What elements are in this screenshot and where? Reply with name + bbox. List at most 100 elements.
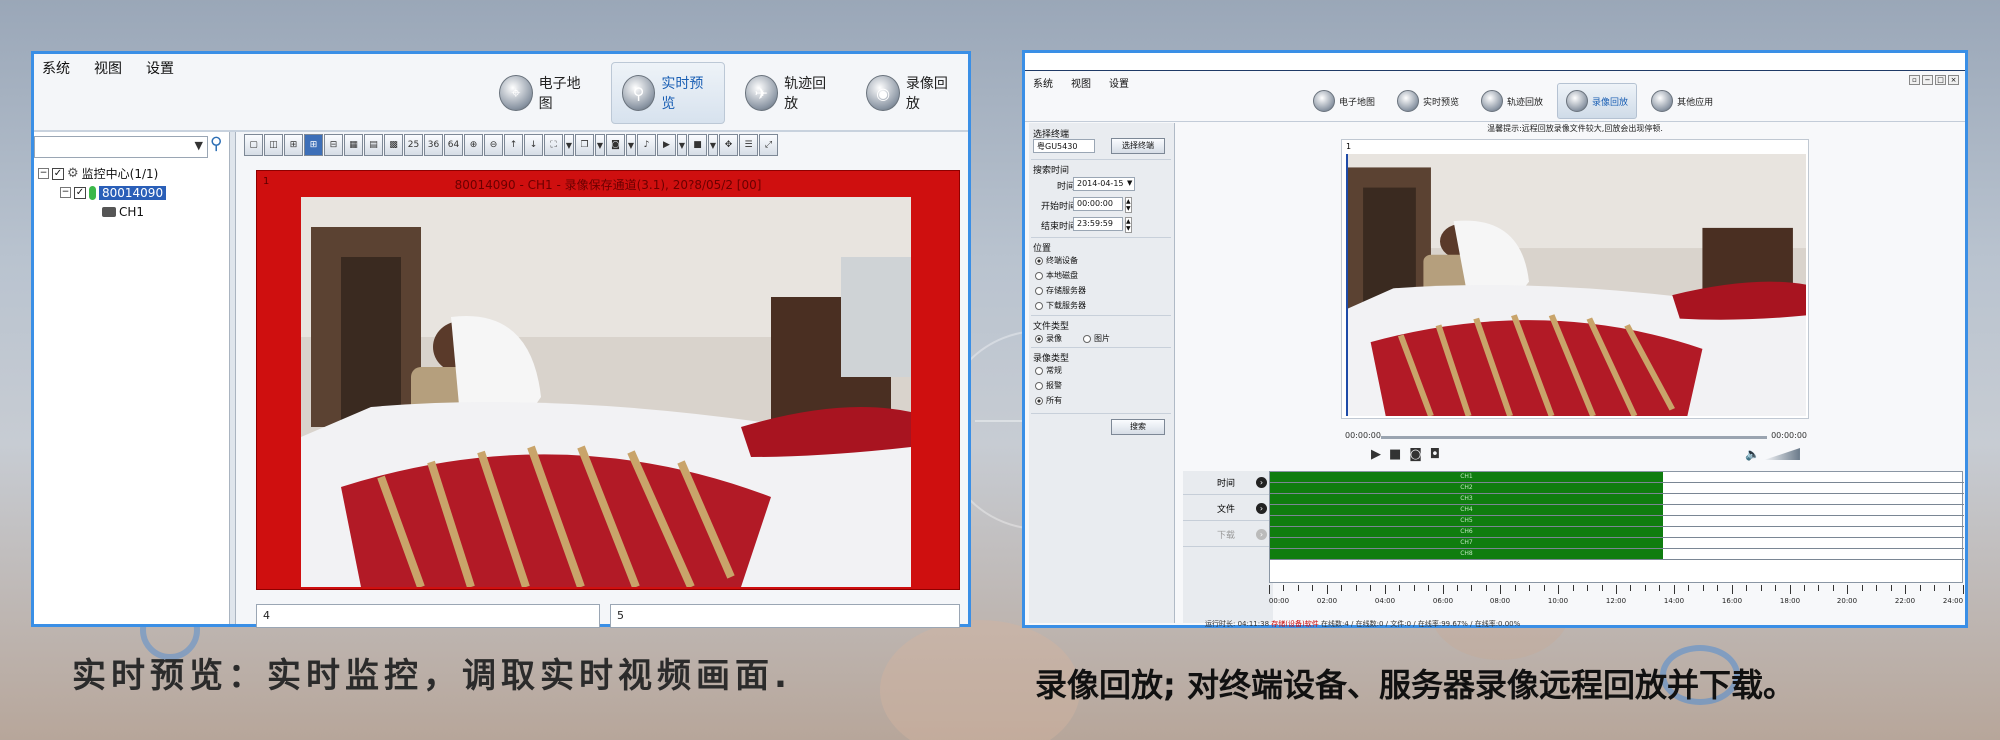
video-cell-5[interactable]: 5 (610, 604, 960, 628)
tab-track-playback[interactable]: ✈ 轨迹回放 (735, 62, 847, 124)
timeline-channel-row[interactable]: CH2 (1270, 483, 1964, 494)
timeline-row-file[interactable]: 文件 › (1183, 497, 1273, 521)
snapshot-icon[interactable]: ◘ (1430, 447, 1440, 462)
menu-view[interactable]: 视图 (94, 58, 122, 77)
collapse-icon[interactable]: − (38, 168, 49, 179)
device-search-input[interactable]: ▼ (34, 136, 208, 158)
location-download-radio[interactable]: 下载服务器 (1035, 300, 1086, 311)
location-terminal-radio[interactable]: 终端设备 (1035, 255, 1078, 266)
tree-device[interactable]: − ✓ 80014090 (38, 183, 167, 202)
chevron-down-icon[interactable]: ▼ (564, 134, 574, 156)
layout-10-icon[interactable]: ▤ (364, 134, 383, 156)
tab-record-playback[interactable]: ◉ 录像回放 (856, 62, 968, 124)
select-terminal-button[interactable]: 选择终端 (1111, 138, 1165, 154)
timeline-channel-row[interactable]: CH4 (1270, 505, 1964, 516)
layout-9-icon[interactable]: ▦ (344, 134, 363, 156)
timeline-channel-row[interactable]: CH6 (1270, 527, 1964, 538)
timeline-channel-row[interactable]: CH7 (1270, 538, 1964, 549)
zoom-out-icon[interactable]: ⊖ (484, 134, 503, 156)
menu-settings[interactable]: 设置 (146, 58, 174, 77)
timeline-row-download[interactable]: 下载 › (1183, 523, 1273, 547)
chevron-down-icon[interactable]: ▼ (677, 134, 687, 156)
settings-icon[interactable]: ☰ (739, 134, 758, 156)
menu-system[interactable]: 系统 (1033, 75, 1053, 90)
play-icon[interactable]: ▶ (1371, 447, 1381, 462)
search-button[interactable]: 搜索 (1111, 419, 1165, 435)
start-time-field[interactable]: 00:00:00 (1073, 197, 1123, 211)
volume-icon[interactable]: 🔈 (1745, 447, 1760, 461)
record-type-normal-radio[interactable]: 常规 (1035, 365, 1062, 376)
tree-root[interactable]: − ✓ ⚙ 监控中心(1/1) (38, 164, 166, 183)
layout-64-icon[interactable]: 64 (444, 134, 463, 156)
stop-icon[interactable]: ■ (688, 134, 707, 156)
playback-video-cell[interactable]: 1 (1341, 139, 1809, 419)
checkbox[interactable]: ✓ (74, 186, 86, 199)
tab-track-playback[interactable]: 轨迹回放 (1473, 83, 1551, 119)
tab-e-map[interactable]: 电子地图 (1305, 83, 1383, 119)
tab-other-apps[interactable]: 其他应用 (1643, 83, 1721, 119)
chevron-down-icon[interactable]: ▼ (626, 134, 636, 156)
audio-icon[interactable]: ♪ (637, 134, 656, 156)
layout-1-icon[interactable]: ▢ (244, 134, 263, 156)
volume-slider[interactable] (1763, 448, 1800, 460)
menu-view[interactable]: 视图 (1071, 75, 1091, 90)
tree-channel[interactable]: CH1 (38, 202, 166, 221)
playback-progress[interactable]: 00:00:00 00:00:00 (1341, 431, 1809, 445)
arrow-up-icon[interactable]: ↑ (504, 134, 523, 156)
record-type-alarm-radio[interactable]: 报警 (1035, 380, 1062, 391)
maximize-icon[interactable]: □ (1935, 75, 1946, 85)
ptz-icon[interactable]: ✥ (719, 134, 738, 156)
layout-8-icon[interactable]: ⊟ (324, 134, 343, 156)
restore-icon[interactable]: ▫ (1909, 75, 1920, 85)
close-icon[interactable]: × (1948, 75, 1959, 85)
tab-live-preview[interactable]: 实时预览 (1389, 83, 1467, 119)
checkbox[interactable]: ✓ (52, 167, 64, 180)
window-icon[interactable]: ❐ (575, 134, 594, 156)
chevron-down-icon[interactable]: ▼ (195, 139, 203, 152)
zoom-in-icon[interactable]: ⊕ (464, 134, 483, 156)
progress-track[interactable] (1381, 436, 1767, 439)
chevron-down-icon[interactable]: ▼ (595, 134, 605, 156)
video-cell-4[interactable]: 4 (256, 604, 600, 628)
layout-6-icon[interactable]: ⊞ (304, 134, 323, 156)
stepper-icon[interactable]: ▲ ▼ (1125, 197, 1132, 213)
tab-live-preview[interactable]: ⚲ 实时预览 (610, 62, 725, 124)
tab-record-playback[interactable]: 录像回放 (1557, 83, 1638, 119)
menu-system[interactable]: 系统 (42, 58, 70, 77)
record-clip-icon[interactable]: ◙ (1409, 447, 1422, 462)
date-field[interactable]: 2014-04-15 (1073, 177, 1135, 191)
minimize-icon[interactable]: − (1922, 75, 1933, 85)
snapshot-icon[interactable]: ◙ (606, 134, 625, 156)
layout-36-icon[interactable]: 36 (424, 134, 443, 156)
timeline-channel-row[interactable]: CH5 (1270, 516, 1964, 527)
play-icon[interactable]: ▶ (657, 134, 676, 156)
timeline-channel-row[interactable]: CH3 (1270, 494, 1964, 505)
terminal-field[interactable]: 粤GU5430 (1033, 139, 1095, 153)
stepper-icon[interactable]: ▲ ▼ (1125, 217, 1132, 233)
channel-timeline[interactable]: CH1 CH2 CH3 CH4 CH5 CH6 CH7 CH8 (1269, 471, 1964, 583)
location-local-radio[interactable]: 本地磁盘 (1035, 270, 1078, 281)
record-type-all-radio[interactable]: 所有 (1035, 395, 1062, 406)
expand-icon[interactable]: ⤢ (759, 134, 778, 156)
timeline-row-time[interactable]: 时间 › (1183, 471, 1273, 495)
collapse-icon[interactable]: − (60, 187, 71, 198)
timeline-channel-row[interactable]: CH1 (1270, 472, 1964, 483)
chevron-down-icon[interactable]: ▼ (1127, 179, 1132, 187)
arrow-down-icon[interactable]: ↓ (524, 134, 543, 156)
file-type-image-radio[interactable]: 图片 (1083, 333, 1110, 344)
menu-settings[interactable]: 设置 (1109, 75, 1129, 90)
layout-16-icon[interactable]: ▩ (384, 134, 403, 156)
timeline-channel-row[interactable]: CH8 (1270, 549, 1964, 560)
fullscreen-icon[interactable]: ⛶ (544, 134, 563, 156)
tab-e-map[interactable]: ⌖ 电子地图 (489, 62, 601, 124)
location-storage-radio[interactable]: 存储服务器 (1035, 285, 1086, 296)
layout-4-icon[interactable]: ⊞ (284, 134, 303, 156)
search-icon[interactable]: ⚲ (210, 134, 222, 154)
live-video-cell-selected[interactable]: 1 80014090 - CH1 - 录像保存通道(3.1), 20?8/05/… (256, 170, 960, 590)
layout-25-icon[interactable]: 25 (404, 134, 423, 156)
layout-2-icon[interactable]: ◫ (264, 134, 283, 156)
stop-icon[interactable]: ■ (1389, 447, 1401, 462)
file-type-video-radio[interactable]: 录像 (1035, 333, 1062, 344)
panel-splitter[interactable] (230, 132, 236, 624)
end-time-field[interactable]: 23:59:59 (1073, 217, 1123, 231)
